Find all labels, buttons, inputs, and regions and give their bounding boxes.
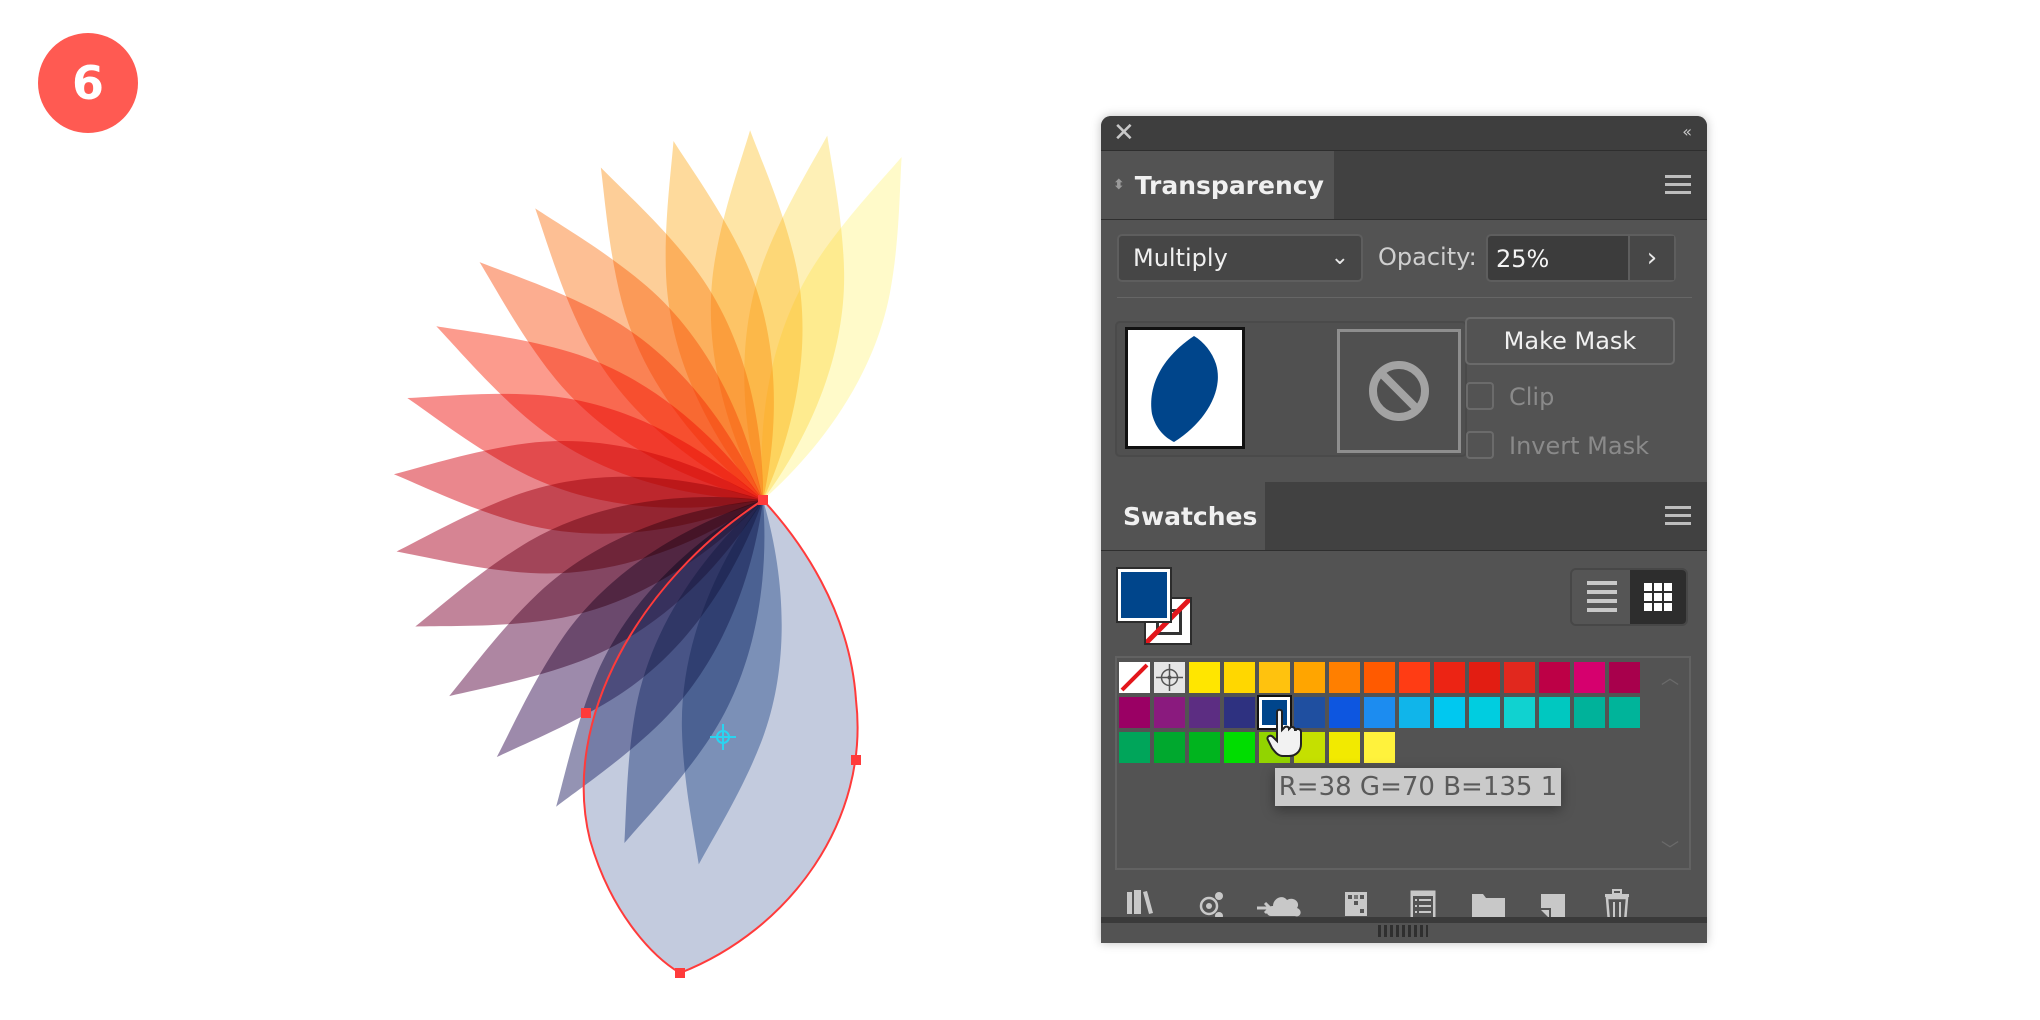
- anchor-point-right[interactable]: [851, 755, 861, 765]
- grid-view-icon: [1644, 583, 1672, 611]
- hamburger-menu-icon[interactable]: [1665, 506, 1691, 526]
- make-mask-label: Make Mask: [1503, 327, 1637, 355]
- panel-resize-footer[interactable]: [1101, 917, 1707, 943]
- swatch[interactable]: [1574, 697, 1605, 728]
- hand-cursor-icon: [1266, 708, 1302, 757]
- swatch[interactable]: [1224, 697, 1255, 728]
- tab-transparency[interactable]: ⬍ Transparency: [1101, 151, 1334, 219]
- scroll-down-icon[interactable]: ﹀: [1661, 836, 1679, 862]
- swatch[interactable]: [1364, 697, 1395, 728]
- swatch[interactable]: [1434, 662, 1465, 693]
- swatch[interactable]: [1469, 662, 1500, 693]
- anchor-point-bottom[interactable]: [675, 968, 685, 978]
- swatch[interactable]: [1399, 697, 1430, 728]
- invert-mask-checkbox[interactable]: [1466, 431, 1494, 459]
- swatches-tab-row: Swatches: [1101, 482, 1707, 551]
- panel-titlebar[interactable]: ✕ ‹‹: [1101, 116, 1707, 151]
- blend-mode-value: Multiply: [1133, 244, 1228, 272]
- swatch[interactable]: [1119, 697, 1150, 728]
- swatch[interactable]: [1539, 662, 1570, 693]
- blend-mode-dropdown[interactable]: Multiply ⌄: [1117, 234, 1363, 282]
- view-toggle: [1570, 568, 1688, 626]
- tooltip-text: R=38 G=70 B=135 1: [1278, 772, 1558, 802]
- tab-swatches[interactable]: Swatches: [1101, 482, 1265, 550]
- swatch[interactable]: [1574, 662, 1605, 693]
- swatch[interactable]: [1469, 697, 1500, 728]
- chevron-right-icon[interactable]: ›: [1628, 236, 1674, 280]
- close-x-icon[interactable]: ✕: [1113, 120, 1139, 146]
- hamburger-menu-icon[interactable]: [1665, 175, 1691, 195]
- swatch-grid-container: ︿ ﹀: [1115, 656, 1691, 870]
- swatch[interactable]: [1224, 662, 1255, 693]
- petal-artwork: [393, 130, 902, 978]
- swatch[interactable]: [1504, 662, 1535, 693]
- opacity-input[interactable]: [1488, 236, 1638, 282]
- transparency-tab-row: ⬍ Transparency: [1101, 151, 1707, 220]
- clip-label: Clip: [1509, 383, 1555, 411]
- swatch[interactable]: [1329, 662, 1360, 693]
- fill-stroke-indicator[interactable]: [1116, 567, 1192, 645]
- updown-arrows-icon[interactable]: ⬍: [1113, 177, 1125, 193]
- swatch[interactable]: [1504, 697, 1535, 728]
- swatch[interactable]: [1434, 697, 1465, 728]
- swatch[interactable]: [1189, 697, 1220, 728]
- opacity-label: Opacity:: [1378, 243, 1477, 271]
- thumbnail-area: [1115, 321, 1467, 457]
- anchor-point-left[interactable]: [581, 708, 591, 718]
- swatch[interactable]: [1364, 662, 1395, 693]
- swatch[interactable]: [1154, 732, 1185, 763]
- chevron-down-icon: ⌄: [1330, 245, 1349, 270]
- swatch[interactable]: [1539, 697, 1570, 728]
- swatch[interactable]: [1154, 697, 1185, 728]
- swatch[interactable]: [1294, 662, 1325, 693]
- scroll-up-icon[interactable]: ︿: [1661, 664, 1679, 690]
- swatch-registration[interactable]: [1154, 662, 1185, 693]
- clip-checkbox[interactable]: [1466, 382, 1494, 410]
- list-view-button[interactable]: [1572, 570, 1630, 624]
- swatch[interactable]: [1329, 697, 1360, 728]
- anchor-point-top[interactable]: [758, 495, 768, 505]
- no-mask-icon: [1369, 361, 1429, 421]
- swatch[interactable]: [1189, 662, 1220, 693]
- swatch[interactable]: [1399, 662, 1430, 693]
- divider: [1117, 297, 1692, 298]
- swatch[interactable]: [1189, 732, 1220, 763]
- swatch[interactable]: [1259, 662, 1290, 693]
- swatch[interactable]: [1609, 697, 1640, 728]
- double-chevron-left-icon[interactable]: ‹‹: [1682, 122, 1692, 141]
- transparency-tab-label: Transparency: [1134, 170, 1324, 200]
- make-mask-button[interactable]: Make Mask: [1465, 317, 1675, 365]
- object-thumbnail[interactable]: [1125, 327, 1245, 449]
- thumbnail-view-button[interactable]: [1630, 570, 1686, 624]
- swatch[interactable]: [1224, 732, 1255, 763]
- swatch[interactable]: [1609, 662, 1640, 693]
- leaf-shape-icon: [1151, 336, 1218, 442]
- swatch-tooltip: R=38 G=70 B=135 1: [1275, 768, 1561, 806]
- mask-thumbnail[interactable]: [1337, 329, 1461, 453]
- swatch-none[interactable]: [1119, 662, 1150, 693]
- floating-panel: ✕ ‹‹ ⬍ Transparency Multiply ⌄ Opacity: …: [1101, 116, 1707, 943]
- swatch[interactable]: [1364, 732, 1395, 763]
- resize-grip-icon[interactable]: [1378, 925, 1428, 937]
- fill-swatch[interactable]: [1116, 567, 1172, 623]
- invert-mask-label: Invert Mask: [1509, 432, 1649, 460]
- swatches-tab-label: Swatches: [1123, 501, 1258, 531]
- swatch[interactable]: [1329, 732, 1360, 763]
- list-view-icon: [1587, 581, 1617, 612]
- swatch[interactable]: [1119, 732, 1150, 763]
- opacity-field[interactable]: ›: [1486, 234, 1676, 282]
